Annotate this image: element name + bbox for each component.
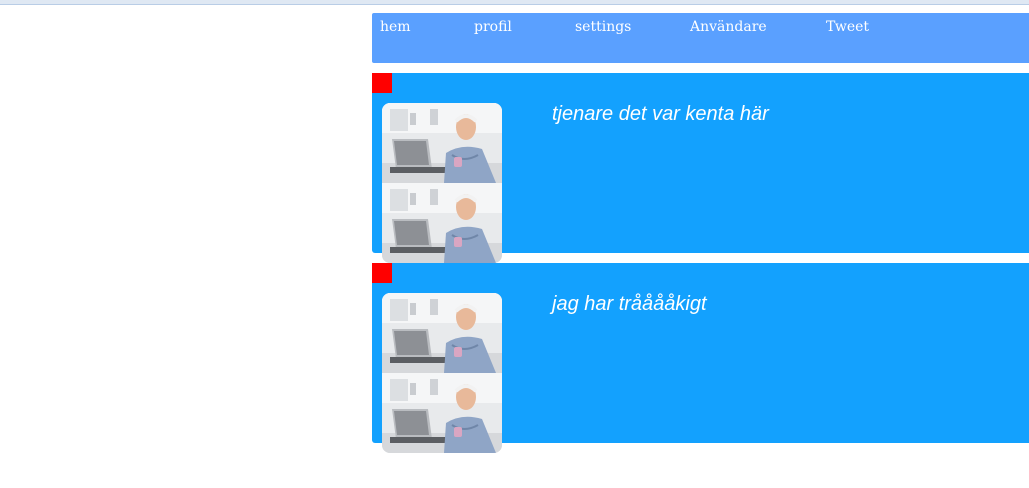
nav-link-profil[interactable]: profil [474,19,512,35]
nav-link-anvandare[interactable]: Användare [690,19,767,35]
user-photo-icon [382,293,502,373]
red-square-icon[interactable] [372,73,392,93]
user-photo-icon [382,373,502,453]
nav-link-hem[interactable]: hem [380,19,411,35]
post-text: jag har trååååkigt [552,293,707,315]
post-avatar [382,293,502,453]
nav-link-settings[interactable]: settings [575,19,631,35]
post-card: jag har trååååkigt [372,263,1029,453]
red-square-icon[interactable] [372,263,392,283]
browser-top-edge [0,0,1029,5]
user-photo-icon [382,103,502,183]
post-text: tjenare det var kenta här [552,103,769,125]
nav-link-tweet[interactable]: Tweet [826,19,869,35]
user-photo-icon [382,183,502,263]
post-card: tjenare det var kenta här [372,73,1029,263]
post-avatar [382,103,502,263]
top-navbar: hem profil settings Användare Tweet [372,13,1029,63]
